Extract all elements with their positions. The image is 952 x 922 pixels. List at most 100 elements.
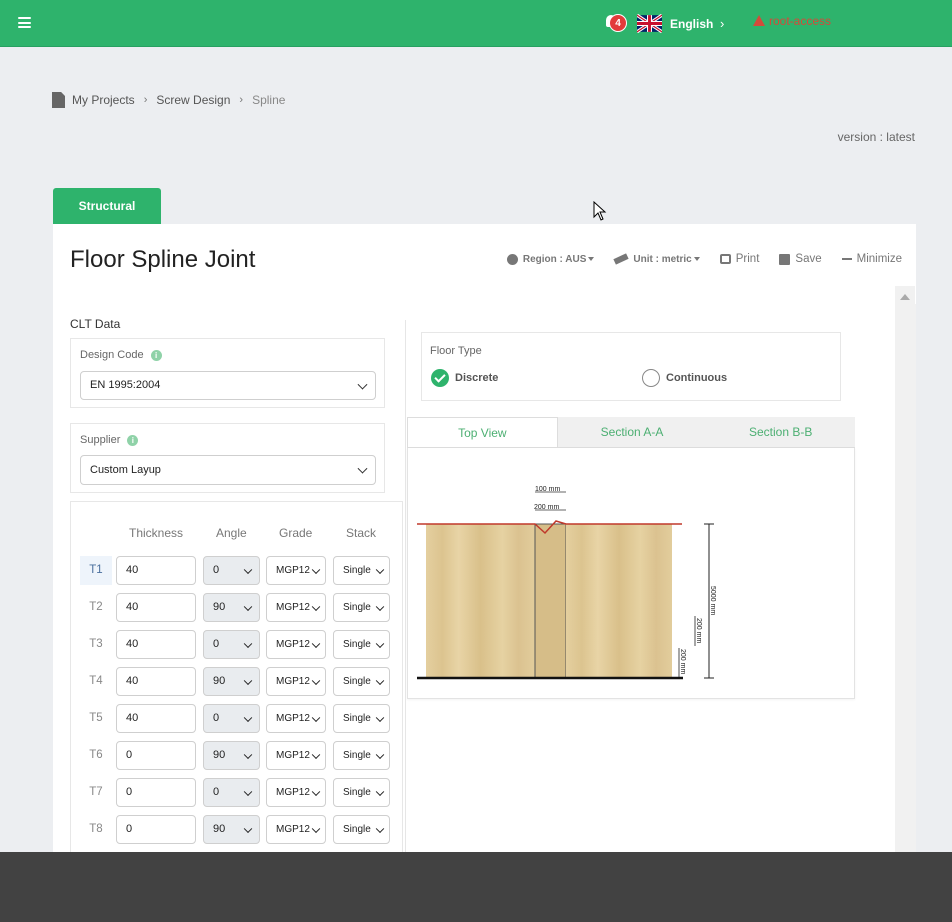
tab-structural[interactable]: Structural [53, 188, 161, 224]
angle-select[interactable]: 0 [203, 704, 260, 733]
menu-icon[interactable] [18, 17, 31, 28]
breadcrumb: My Projects › Screw Design › Spline [52, 92, 285, 108]
clt-data-heading: CLT Data [70, 317, 121, 331]
chevron-down-icon [375, 750, 385, 759]
taskbar [0, 852, 952, 922]
joint-drawing: 100 mm 200 mm 5000 mm 200 mm 200 mm [407, 448, 855, 699]
save-button[interactable]: Save [779, 253, 822, 265]
chevron-down-icon [243, 602, 253, 611]
grade-value: MGP12 [276, 713, 310, 724]
chevron-down-icon [243, 676, 253, 685]
thickness-input[interactable]: 0 [116, 741, 196, 770]
ruler-icon [613, 253, 630, 265]
layer-name: T2 [89, 601, 103, 613]
globe-icon [506, 253, 518, 265]
angle-select[interactable]: 90 [203, 667, 260, 696]
page-scrollbar[interactable] [895, 286, 915, 852]
thickness-input[interactable]: 40 [116, 704, 196, 733]
discrete-label: Discrete [455, 372, 499, 384]
radio-discrete[interactable]: Discrete [431, 369, 498, 387]
stack-select[interactable]: Single [333, 778, 390, 807]
thickness-input[interactable]: 40 [116, 630, 196, 659]
tab-section-a-a[interactable]: Section A-A [558, 417, 707, 447]
stack-select[interactable]: Single [333, 667, 390, 696]
radio-empty-icon [642, 369, 660, 387]
minimize-button[interactable]: Minimize [841, 253, 902, 265]
language-selector[interactable]: English [670, 17, 713, 31]
chevron-down-icon [243, 639, 253, 648]
tab-section-b-b[interactable]: Section B-B [706, 417, 855, 447]
thickness-input[interactable]: 40 [116, 593, 196, 622]
continuous-label: Continuous [666, 372, 728, 384]
document-icon [52, 92, 65, 108]
version-label: version : latest [837, 130, 915, 144]
grade-select[interactable]: MGP12 [266, 630, 326, 659]
scroll-up-icon[interactable] [900, 294, 910, 300]
info-icon[interactable]: i [127, 434, 139, 446]
stack-select[interactable]: Single [333, 741, 390, 770]
stack-value: Single [343, 602, 371, 613]
grade-select[interactable]: MGP12 [266, 556, 326, 585]
grade-select[interactable]: MGP12 [266, 815, 326, 844]
region-dropdown[interactable]: Region : AUS [506, 253, 595, 265]
notification-badge: 4 [609, 14, 627, 32]
breadcrumb-spline: Spline [252, 93, 286, 107]
grade-select[interactable]: MGP12 [266, 593, 326, 622]
floor-type-card: Floor Type Discrete Continuous [421, 332, 841, 401]
supplier-select[interactable]: Custom Layup [80, 455, 376, 485]
angle-select[interactable]: 90 [203, 593, 260, 622]
layer-name: T3 [89, 638, 103, 650]
user-name: root-access [769, 14, 832, 28]
stack-select[interactable]: Single [333, 556, 390, 585]
chevron-down-icon [375, 824, 385, 833]
chevron-down-icon [375, 602, 385, 611]
angle-select[interactable]: 0 [203, 556, 260, 585]
stack-select[interactable]: Single [333, 815, 390, 844]
stack-value: Single [343, 565, 371, 576]
uk-flag-icon[interactable] [637, 14, 662, 33]
thickness-input[interactable]: 0 [116, 778, 196, 807]
angle-value: 0 [213, 638, 220, 650]
chevron-down-icon [375, 639, 385, 648]
mouse-cursor-icon [593, 201, 607, 221]
thickness-input[interactable]: 0 [116, 815, 196, 844]
layer-name: T7 [89, 786, 103, 798]
chevron-down-icon [375, 676, 385, 685]
thickness-input[interactable]: 40 [116, 556, 196, 585]
grade-select[interactable]: MGP12 [266, 704, 326, 733]
chevron-right-icon[interactable]: › [720, 16, 724, 31]
angle-value: 90 [213, 601, 226, 613]
dim-top-small: 100 mm [535, 486, 560, 493]
angle-select[interactable]: 90 [203, 741, 260, 770]
thickness-input[interactable]: 40 [116, 667, 196, 696]
unit-dropdown[interactable]: Unit : metric [613, 253, 700, 265]
design-code-select[interactable]: EN 1995:2004 [80, 371, 376, 400]
angle-select[interactable]: 0 [203, 630, 260, 659]
angle-select[interactable]: 0 [203, 778, 260, 807]
radio-continuous[interactable]: Continuous [642, 369, 727, 387]
top-bar: 4 English › root-access [0, 0, 952, 47]
grade-select[interactable]: MGP12 [266, 667, 326, 696]
grade-select[interactable]: MGP12 [266, 741, 326, 770]
user-menu[interactable]: root-access [753, 14, 831, 28]
breadcrumb-my-projects[interactable]: My Projects [72, 93, 135, 107]
angle-value: 90 [213, 675, 226, 687]
info-icon[interactable]: i [150, 349, 162, 361]
unit-label: Unit : metric [633, 253, 692, 265]
angle-value: 0 [213, 564, 220, 576]
stack-select[interactable]: Single [333, 630, 390, 659]
print-button[interactable]: Print [719, 253, 759, 265]
angle-select[interactable]: 90 [203, 815, 260, 844]
breadcrumb-screw-design[interactable]: Screw Design [156, 93, 230, 107]
right-panel [566, 524, 672, 678]
tab-top-view[interactable]: Top View [407, 417, 558, 447]
chevron-right-icon: › [239, 94, 244, 106]
chevron-down-icon [357, 379, 368, 390]
design-code-text: Design Code [80, 349, 144, 361]
layer-name: T4 [89, 675, 103, 687]
grade-select[interactable]: MGP12 [266, 778, 326, 807]
stack-select[interactable]: Single [333, 593, 390, 622]
stack-select[interactable]: Single [333, 704, 390, 733]
notifications-button[interactable]: 4 [606, 14, 627, 34]
spline [534, 523, 567, 679]
